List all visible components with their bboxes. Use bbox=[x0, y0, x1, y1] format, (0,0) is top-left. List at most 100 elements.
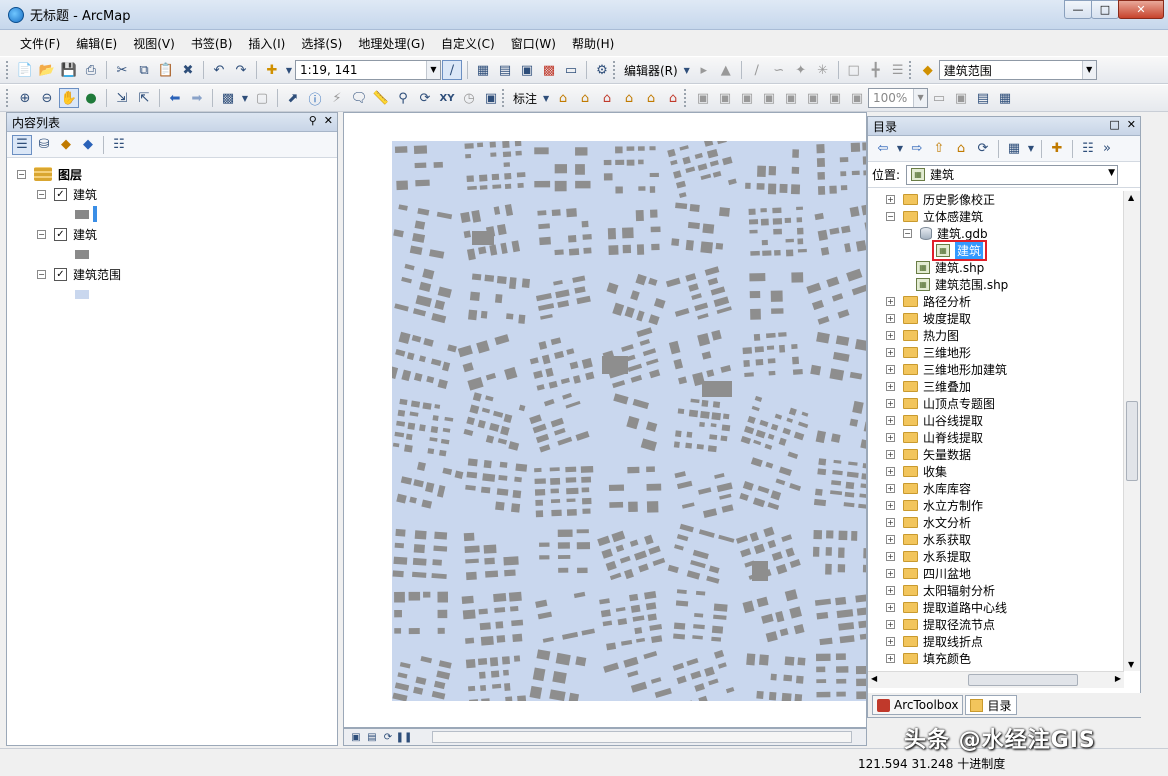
layout-zoom-out-icon[interactable]: ▣ bbox=[715, 88, 735, 108]
expand-icon[interactable]: + bbox=[886, 416, 895, 425]
layout-fixed-zoom-out-icon[interactable]: ▣ bbox=[803, 88, 823, 108]
open-folder-icon[interactable]: 📂 bbox=[37, 60, 57, 80]
menu-file[interactable]: 文件(F) bbox=[12, 33, 68, 54]
collapse-icon[interactable]: − bbox=[37, 269, 46, 279]
layout-back-icon[interactable]: ▣ bbox=[825, 88, 845, 108]
list-by-source-icon[interactable]: ⛁ bbox=[34, 135, 54, 155]
shapefile-row[interactable]: ▦ 建筑.shp bbox=[886, 259, 1124, 276]
table-icon[interactable]: ▦ bbox=[473, 60, 493, 80]
expand-icon[interactable]: + bbox=[886, 535, 895, 544]
menu-customize[interactable]: 自定义(C) bbox=[433, 33, 503, 54]
fixed-zoom-in-icon[interactable]: ⇲ bbox=[112, 88, 132, 108]
catalog-folder-row[interactable]: + 山顶点专题图 bbox=[886, 395, 1124, 412]
toolbar-grip[interactable] bbox=[502, 89, 506, 107]
point-icon[interactable]: ✦ bbox=[791, 60, 811, 80]
menu-bookmarks[interactable]: 书签(B) bbox=[183, 33, 241, 54]
undo-icon[interactable]: ↶ bbox=[209, 60, 229, 80]
layer-visibility-checkbox[interactable]: ✓ bbox=[54, 227, 67, 241]
expand-icon[interactable]: + bbox=[886, 586, 895, 595]
tab-arctoolbox[interactable]: ArcToolbox bbox=[872, 695, 964, 715]
layout-fixed-zoom-icon[interactable]: ▣ bbox=[781, 88, 801, 108]
expand-icon[interactable]: + bbox=[886, 297, 895, 306]
target-layer-combo[interactable]: 建筑范围 ▼ bbox=[938, 60, 1097, 80]
find-route-icon[interactable]: ⟳ bbox=[415, 88, 435, 108]
select-elements-arrow-icon[interactable]: ⬈ bbox=[283, 88, 303, 108]
editor-toolbar-icon[interactable]: ∕ bbox=[442, 60, 462, 80]
label-weight-icon[interactable]: ⌂ bbox=[597, 88, 617, 108]
split-icon[interactable]: ☰ bbox=[888, 60, 908, 80]
catalog-folder-row[interactable]: + 太阳辐射分析 bbox=[886, 582, 1124, 599]
chevron-down-icon[interactable]: ▼ bbox=[895, 139, 905, 159]
zoom-out-icon[interactable]: ⊖ bbox=[37, 88, 57, 108]
labeling-menu[interactable]: 标注 bbox=[513, 90, 537, 107]
catalog-folder-row[interactable]: + 水系获取 bbox=[886, 531, 1124, 548]
home-icon[interactable]: ⌂ bbox=[951, 139, 971, 159]
label-manager-icon[interactable]: ⌂ bbox=[553, 88, 573, 108]
chevron-down-icon[interactable]: ▼ bbox=[913, 89, 928, 107]
layout-view-icon[interactable]: ▤ bbox=[365, 730, 379, 744]
menu-geoprocessing[interactable]: 地理处理(G) bbox=[350, 33, 433, 54]
toc-options-icon[interactable]: ☷ bbox=[109, 135, 129, 155]
fixed-zoom-out-icon[interactable]: ⇱ bbox=[134, 88, 154, 108]
create-viewer-icon[interactable]: ▣ bbox=[481, 88, 501, 108]
html-popup-icon[interactable]: 🗨 bbox=[349, 88, 369, 108]
model-builder-icon[interactable]: ⚙ bbox=[592, 60, 612, 80]
expand-icon[interactable]: + bbox=[886, 314, 895, 323]
catalog-folder-row[interactable]: + 提取线折点 bbox=[886, 633, 1124, 650]
full-extent-globe-icon[interactable]: ● bbox=[81, 88, 101, 108]
map-view[interactable] bbox=[343, 112, 867, 728]
expand-icon[interactable]: + bbox=[886, 348, 895, 357]
expand-icon[interactable]: + bbox=[886, 603, 895, 612]
forward-arrow-icon[interactable]: ⇨ bbox=[907, 139, 927, 159]
chevron-down-icon[interactable]: ▼ bbox=[240, 88, 250, 108]
catalog-folder-row[interactable]: + 热力图 bbox=[886, 327, 1124, 344]
scroll-down-icon[interactable]: ▼ bbox=[1128, 660, 1134, 669]
refresh-icon[interactable]: ⟳ bbox=[381, 730, 395, 744]
restore-icon[interactable]: □ bbox=[1109, 118, 1119, 131]
chevron-down-icon[interactable]: ▼ bbox=[541, 88, 551, 108]
layout-zoom-in-icon[interactable]: ▣ bbox=[693, 88, 713, 108]
chevron-down-icon[interactable]: ▼ bbox=[284, 60, 294, 80]
toolbar-grip[interactable] bbox=[6, 61, 10, 79]
catalog-folder-row[interactable]: + 水文分析 bbox=[886, 514, 1124, 531]
delete-icon[interactable]: ✖ bbox=[178, 60, 198, 80]
layer-symbol-swatch[interactable] bbox=[75, 289, 89, 299]
print-icon[interactable]: ⎙ bbox=[81, 60, 101, 80]
close-icon[interactable]: ✕ bbox=[324, 114, 333, 127]
toggle-contents-panel-icon[interactable]: ☷ bbox=[1078, 139, 1098, 159]
scroll-left-icon[interactable]: ◀ bbox=[871, 674, 877, 683]
add-data-icon[interactable]: ✚ bbox=[262, 60, 282, 80]
back-arrow-icon[interactable]: ⇦ bbox=[873, 139, 893, 159]
toolbar-grip[interactable] bbox=[684, 89, 688, 107]
layer-symbol-swatch[interactable] bbox=[75, 209, 89, 219]
edit-vertices-icon[interactable]: □ bbox=[844, 60, 864, 80]
toolbar-grip[interactable] bbox=[908, 61, 913, 79]
chevron-down-icon[interactable]: ▼ bbox=[1108, 168, 1115, 178]
measure-icon[interactable]: 📏 bbox=[371, 88, 391, 108]
zoom-in-icon[interactable]: ⊕ bbox=[15, 88, 35, 108]
menu-help[interactable]: 帮助(H) bbox=[564, 33, 622, 54]
edit-tool-icon[interactable]: ▸ bbox=[694, 60, 714, 80]
map-horizontal-scrollbar[interactable] bbox=[432, 731, 852, 743]
menu-edit[interactable]: 编辑(E) bbox=[68, 33, 125, 54]
expand-icon[interactable]: + bbox=[886, 484, 895, 493]
catalog-vertical-scrollbar[interactable]: ▲ ▼ bbox=[1123, 191, 1140, 671]
layout-forward-icon[interactable]: ▣ bbox=[847, 88, 867, 108]
label-priority-icon[interactable]: ⌂ bbox=[575, 88, 595, 108]
new-folder-icon[interactable]: ✚ bbox=[1047, 139, 1067, 159]
catalog-folder-row-open[interactable]: − 立体感建筑 bbox=[886, 208, 1124, 225]
arctoolbox-icon[interactable]: ▩ bbox=[539, 60, 559, 80]
catalog-folder-row[interactable]: + 坡度提取 bbox=[886, 310, 1124, 327]
expand-icon[interactable]: + bbox=[886, 382, 895, 391]
layout-pan-icon[interactable]: ▣ bbox=[737, 88, 757, 108]
identify-icon[interactable]: ⓘ bbox=[305, 88, 325, 108]
data-driven-pages-icon[interactable]: ▦ bbox=[995, 88, 1015, 108]
menu-windows[interactable]: 窗口(W) bbox=[503, 33, 564, 54]
layer-row[interactable]: − ✓ 建筑 bbox=[17, 184, 337, 204]
chevron-down-icon[interactable]: ▼ bbox=[1026, 139, 1036, 159]
location-combo[interactable]: ▦ 建筑 ▼ bbox=[906, 164, 1119, 185]
view-unplaced-labels-icon[interactable]: ⌂ bbox=[663, 88, 683, 108]
catalog-window-icon[interactable]: ▤ bbox=[495, 60, 515, 80]
back-arrow-icon[interactable]: ⬅ bbox=[165, 88, 185, 108]
feature-class-row-selected[interactable]: ▦ 建筑 bbox=[886, 240, 1124, 261]
